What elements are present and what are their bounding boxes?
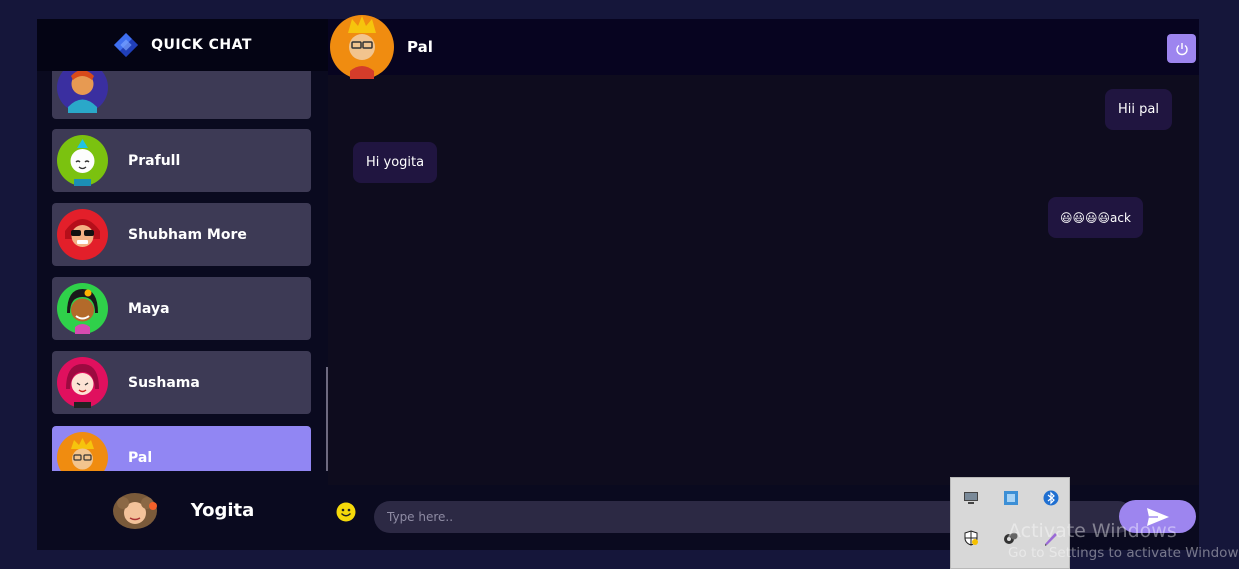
chat-panel: Pal Hii pal Hi yogita 😃😃😃😃ack [328,15,1199,550]
contact-list[interactable]: Prafull Shubham More Maya Sushama Pal [37,71,328,471]
contact-item-active[interactable]: Pal [52,426,311,471]
contact-item[interactable]: Shubham More [52,203,311,266]
contact-name: Sushama [128,374,200,391]
avatar-curly-hair-icon [112,492,157,529]
windows-activation-subtitle: Go to Settings to activate Windows. [1008,545,1239,561]
bluetooth-icon[interactable] [1043,490,1059,506]
message-outgoing: 😃😃😃😃ack [1048,197,1143,238]
avatar-orange-hair-icon [57,71,108,113]
windows-activation-title: Activate Windows [1008,520,1177,542]
app-window: QUICK CHAT Prafull Shubham More Maya Sus… [37,15,1199,550]
network-icon[interactable] [1003,490,1019,506]
logo-icon [114,33,139,57]
chat-contact-name: Pal [407,38,433,56]
message-incoming: Hi yogita [353,142,438,183]
security-shield-icon[interactable] [963,530,979,546]
avatar-green-flower-icon [57,283,108,334]
contact-name: Pal [128,449,153,466]
contact-name: Shubham More [128,226,247,243]
avatar-crown-glasses-icon [57,432,108,471]
power-icon [1175,42,1188,55]
chat-header: Pal [328,15,1199,79]
avatar-red-sunglasses-icon [57,209,108,260]
contact-item[interactable]: Prafull [52,129,311,192]
contact-item[interactable] [52,71,311,119]
avatar-pink-hair-icon [57,357,108,408]
message-outgoing: Hii pal [1105,89,1172,130]
brand-name: QUICK CHAT [151,37,252,53]
contact-name: Prafull [128,152,181,169]
emoji-icon[interactable] [336,502,356,522]
brand-header: QUICK CHAT [37,19,328,71]
contact-item[interactable]: Maya [52,277,311,340]
contact-item[interactable]: Sushama [52,351,311,414]
sidebar: QUICK CHAT Prafull Shubham More Maya Sus… [37,19,328,550]
avatar-white-mohawk-icon [57,135,108,186]
current-user-name: Yogita [190,500,255,521]
contact-name: Maya [128,300,170,317]
logout-button[interactable] [1167,34,1196,63]
current-user-panel: Yogita [37,471,328,550]
avatar-crown-glasses-icon [330,15,394,79]
monitor-icon[interactable] [963,490,979,506]
